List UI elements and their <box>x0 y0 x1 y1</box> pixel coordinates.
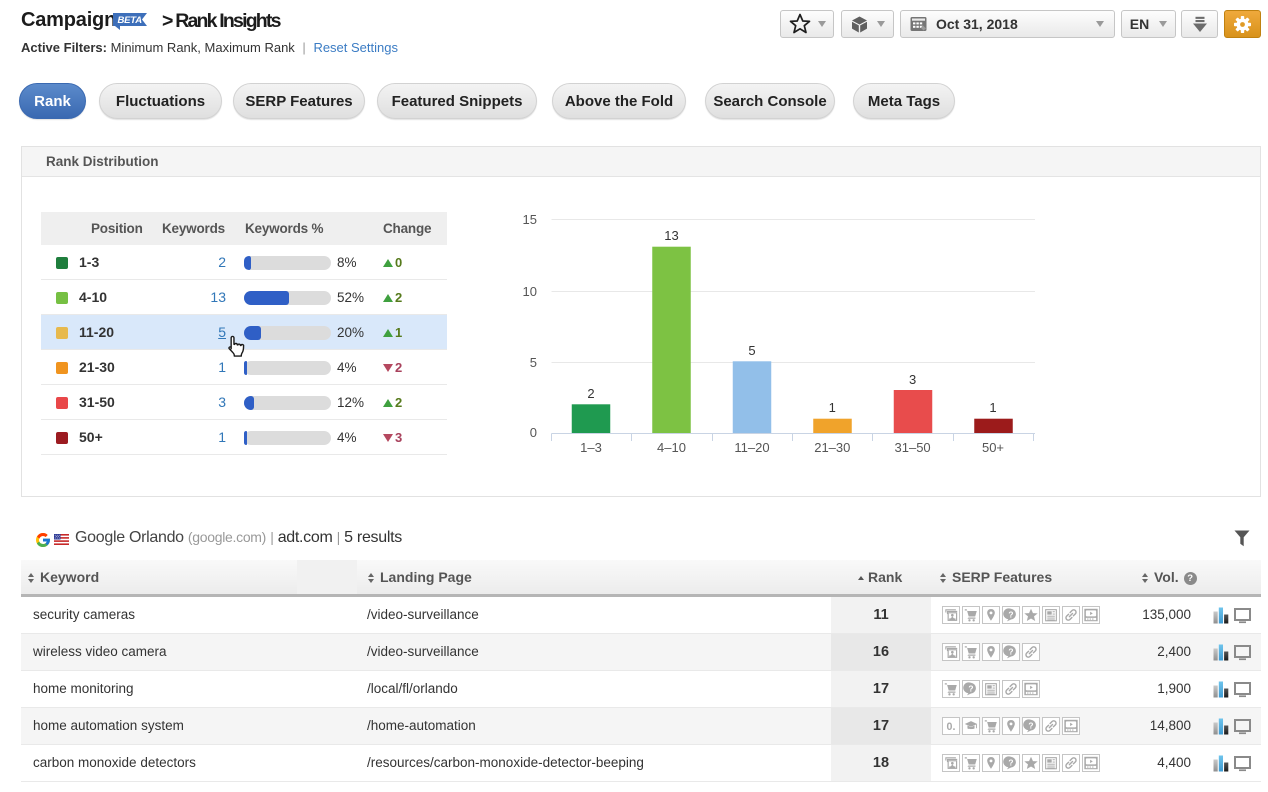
svg-text:11–20: 11–20 <box>734 440 769 455</box>
svg-text:5: 5 <box>529 355 536 370</box>
svg-text:21–30: 21–30 <box>814 440 850 455</box>
svg-text:?: ? <box>1028 720 1033 730</box>
svg-text:4–10: 4–10 <box>657 440 686 455</box>
svg-text:?: ? <box>968 683 973 693</box>
svg-text:?: ? <box>1008 757 1013 767</box>
svg-text:BETA: BETA <box>118 15 143 26</box>
svg-text:50+: 50+ <box>981 440 1003 455</box>
svg-text:1: 1 <box>989 400 996 415</box>
svg-text:5: 5 <box>748 343 755 358</box>
svg-text:1–3: 1–3 <box>580 440 602 455</box>
svg-text:2: 2 <box>587 386 594 401</box>
svg-text:1: 1 <box>828 400 835 415</box>
svg-text:?: ? <box>1008 609 1013 619</box>
svg-text:0: 0 <box>529 425 536 440</box>
svg-text:3: 3 <box>908 372 915 387</box>
svg-text:31–50: 31–50 <box>894 440 930 455</box>
svg-text:15: 15 <box>522 212 536 227</box>
svg-text:?: ? <box>1008 646 1013 656</box>
svg-text:0.: 0. <box>947 721 956 733</box>
svg-text:13: 13 <box>664 228 678 243</box>
svg-text:10: 10 <box>522 284 536 299</box>
